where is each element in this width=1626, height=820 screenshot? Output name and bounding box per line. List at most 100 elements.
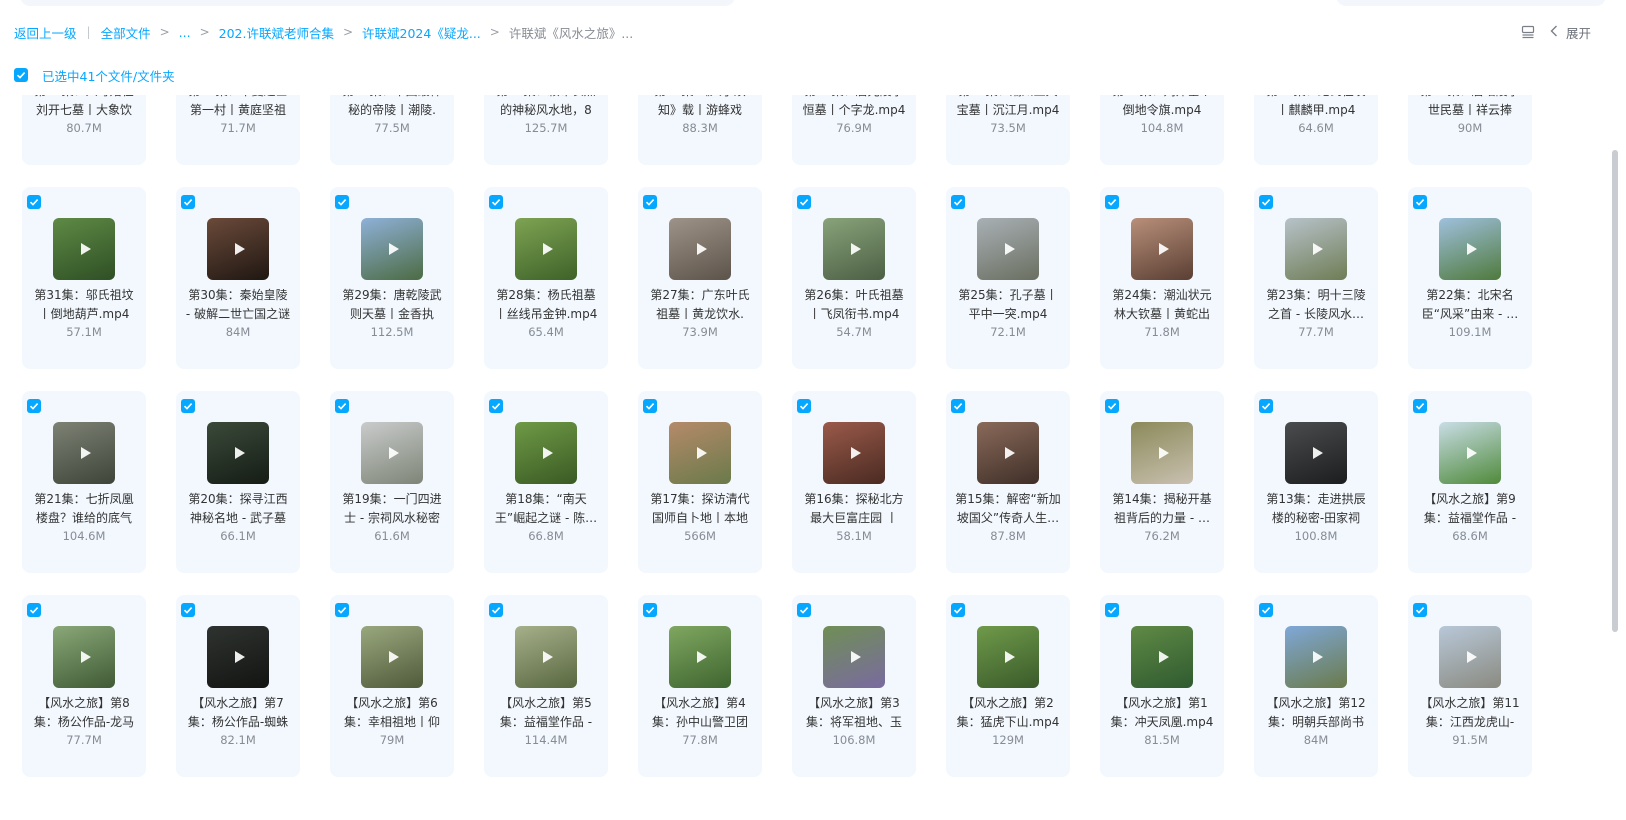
video-thumbnail[interactable] [823, 422, 885, 484]
file-card[interactable]: 第14集：揭秘开基祖背后的力量 - 风水 76.2M [1100, 391, 1224, 573]
video-thumbnail[interactable] [823, 218, 885, 280]
file-card[interactable]: 第38集：赖布衣点的神秘风水地，8 125.7M [484, 95, 608, 165]
file-card[interactable]: 【风水之旅】第4集：孙中山警卫团 77.8M [638, 595, 762, 777]
video-thumbnail[interactable] [1285, 626, 1347, 688]
file-card[interactable]: 【风水之旅】第8集：杨公作品-龙马 77.7M [22, 595, 146, 777]
file-card[interactable]: 第22集：北宋名臣“风采”由来 - 解读 109.1M [1408, 187, 1532, 369]
back-link[interactable]: 返回上一级 [14, 23, 77, 42]
file-checkbox[interactable] [1413, 603, 1427, 617]
video-thumbnail[interactable] [515, 422, 577, 484]
file-card[interactable]: 第24集：潮汕状元林大钦墓丨黄蛇出 71.8M [1100, 187, 1224, 369]
file-checkbox[interactable] [643, 195, 657, 209]
video-thumbnail[interactable] [1285, 218, 1347, 280]
video-thumbnail[interactable] [1285, 422, 1347, 484]
file-checkbox[interactable] [27, 603, 41, 617]
file-card[interactable]: 第16集：探秘北方最大巨富庄园 丨 58.1M [792, 391, 916, 573]
video-thumbnail[interactable] [1439, 218, 1501, 280]
file-checkbox[interactable] [489, 195, 503, 209]
video-thumbnail[interactable] [53, 422, 115, 484]
vertical-scrollbar[interactable] [1612, 150, 1618, 632]
file-card[interactable]: 第13集：走进拱辰楼的秘密-田家祠 100.8M [1254, 391, 1378, 573]
file-card[interactable]: 【风水之旅】第1集：冲天凤凰.mp4 81.5M [1100, 595, 1224, 777]
file-checkbox[interactable] [335, 603, 349, 617]
video-thumbnail[interactable] [977, 218, 1039, 280]
file-checkbox[interactable] [797, 603, 811, 617]
file-card[interactable]: 第30集：秦始皇陵 - 破解二世亡国之谜 84M [176, 187, 300, 369]
file-checkbox[interactable] [27, 399, 41, 413]
file-checkbox[interactable] [1105, 399, 1119, 413]
breadcrumb-level1[interactable]: 202.许联斌老师合集 [219, 23, 334, 42]
file-card[interactable]: 第37集-《人子须知》载丨游蜂戏 88.3M [638, 95, 762, 165]
file-card[interactable]: 【风水之旅】第5集：益福堂作品 - 114.4M [484, 595, 608, 777]
file-checkbox[interactable] [181, 603, 195, 617]
file-card[interactable]: 第33集：纪氏祖坟丨麒麟甲.mp4 64.6M [1254, 95, 1378, 165]
file-checkbox[interactable] [951, 603, 965, 617]
file-checkbox[interactable] [797, 399, 811, 413]
select-all-checkbox[interactable] [14, 68, 28, 82]
file-checkbox[interactable] [181, 399, 195, 413]
file-card[interactable]: 第20集：探寻江西神秘名地 - 武子墓 66.1M [176, 391, 300, 573]
video-thumbnail[interactable] [515, 626, 577, 688]
video-thumbnail[interactable] [977, 626, 1039, 688]
file-card[interactable]: 【风水之旅】第2集：猛虎下山.mp4 129M [946, 595, 1070, 777]
video-thumbnail[interactable] [1439, 626, 1501, 688]
breadcrumb-level2[interactable]: 许联斌2024《疑龙... [362, 23, 481, 42]
file-card[interactable]: 第41集：入粤始祖刘开七墓丨大象饮 80.7M [22, 95, 146, 165]
file-card[interactable]: 第28集：杨氏祖墓丨丝线吊金钟.mp4 65.4M [484, 187, 608, 369]
video-thumbnail[interactable] [1131, 626, 1193, 688]
top-search-input-remnant[interactable] [1336, 0, 1606, 6]
video-thumbnail[interactable] [207, 218, 269, 280]
file-checkbox[interactable] [951, 195, 965, 209]
file-checkbox[interactable] [951, 399, 965, 413]
file-checkbox[interactable] [1259, 603, 1273, 617]
file-card[interactable]: 第21集：七折凤凰楼盘？谁给的底气 104.6M [22, 391, 146, 573]
video-thumbnail[interactable] [361, 626, 423, 688]
file-card[interactable]: 第17集：探访清代国师自卜地丨本地 566M [638, 391, 762, 573]
file-card[interactable]: 第25集：孔子墓丨平中一突.mp4 72.1M [946, 187, 1070, 369]
file-card[interactable]: 第27集：广东叶氏祖墓丨黄龙饮水. 73.9M [638, 187, 762, 369]
file-card[interactable]: 【风水之旅】第12集：明朝兵部尚书 84M [1254, 595, 1378, 777]
file-checkbox[interactable] [335, 195, 349, 209]
file-card[interactable]: 第34集：刘邦墓丨倒地令旗.mp4 104.8M [1100, 95, 1224, 165]
file-card[interactable]: 【风水之旅】第9集：益福堂作品 - 68.6M [1408, 391, 1532, 573]
file-checkbox[interactable] [1413, 195, 1427, 209]
breadcrumb-root[interactable]: 全部文件 [101, 23, 151, 42]
video-thumbnail[interactable] [1439, 422, 1501, 484]
file-checkbox[interactable] [181, 195, 195, 209]
file-checkbox[interactable] [1105, 195, 1119, 209]
file-card[interactable]: 第29集：唐乾陵武则天墓丨金香执 112.5M [330, 187, 454, 369]
video-thumbnail[interactable] [361, 422, 423, 484]
file-card[interactable]: 第40集：华夏进士第一村丨黄庭坚祖 71.7M [176, 95, 300, 165]
file-checkbox[interactable] [489, 399, 503, 413]
video-thumbnail[interactable] [669, 626, 731, 688]
video-thumbnail[interactable] [361, 218, 423, 280]
video-thumbnail[interactable] [53, 218, 115, 280]
file-checkbox[interactable] [335, 399, 349, 413]
file-card[interactable]: 【风水之旅】第11集：江西龙虎山- 91.5M [1408, 595, 1532, 777]
file-checkbox[interactable] [27, 195, 41, 209]
file-card[interactable]: 【风水之旅】第7集：杨公作品-蜘蛛 82.1M [176, 595, 300, 777]
video-thumbnail[interactable] [977, 422, 1039, 484]
video-thumbnail[interactable] [669, 218, 731, 280]
video-thumbnail[interactable] [515, 218, 577, 280]
video-thumbnail[interactable] [669, 422, 731, 484]
file-card[interactable]: 第19集：一门四进士 - 宗祠风水秘密 61.6M [330, 391, 454, 573]
file-card[interactable]: 第39集：中国最神秘的帝陵丨潮陵. 77.5M [330, 95, 454, 165]
file-checkbox[interactable] [1105, 603, 1119, 617]
file-checkbox[interactable] [1259, 399, 1273, 413]
list-view-icon[interactable] [1520, 24, 1536, 40]
file-checkbox[interactable] [1413, 399, 1427, 413]
expand-button[interactable]: 展开 [1550, 23, 1591, 42]
video-thumbnail[interactable] [207, 422, 269, 484]
video-thumbnail[interactable] [207, 626, 269, 688]
breadcrumb-ellipsis[interactable]: ... [179, 25, 191, 40]
file-card[interactable]: 第36集：唐光陵李恒墓丨个字龙.mp4 76.9M [792, 95, 916, 165]
file-checkbox[interactable] [643, 399, 657, 413]
file-checkbox[interactable] [489, 603, 503, 617]
file-card[interactable]: 第18集：“南天王”崛起之谜 - 陈济棠 66.8M [484, 391, 608, 573]
file-card[interactable]: 【风水之旅】第3集：将军祖地、玉 106.8M [792, 595, 916, 777]
file-card[interactable]: 第23集：明十三陵之首 - 长陵风水解析 77.7M [1254, 187, 1378, 369]
file-checkbox[interactable] [643, 603, 657, 617]
file-checkbox[interactable] [1259, 195, 1273, 209]
video-thumbnail[interactable] [1131, 422, 1193, 484]
